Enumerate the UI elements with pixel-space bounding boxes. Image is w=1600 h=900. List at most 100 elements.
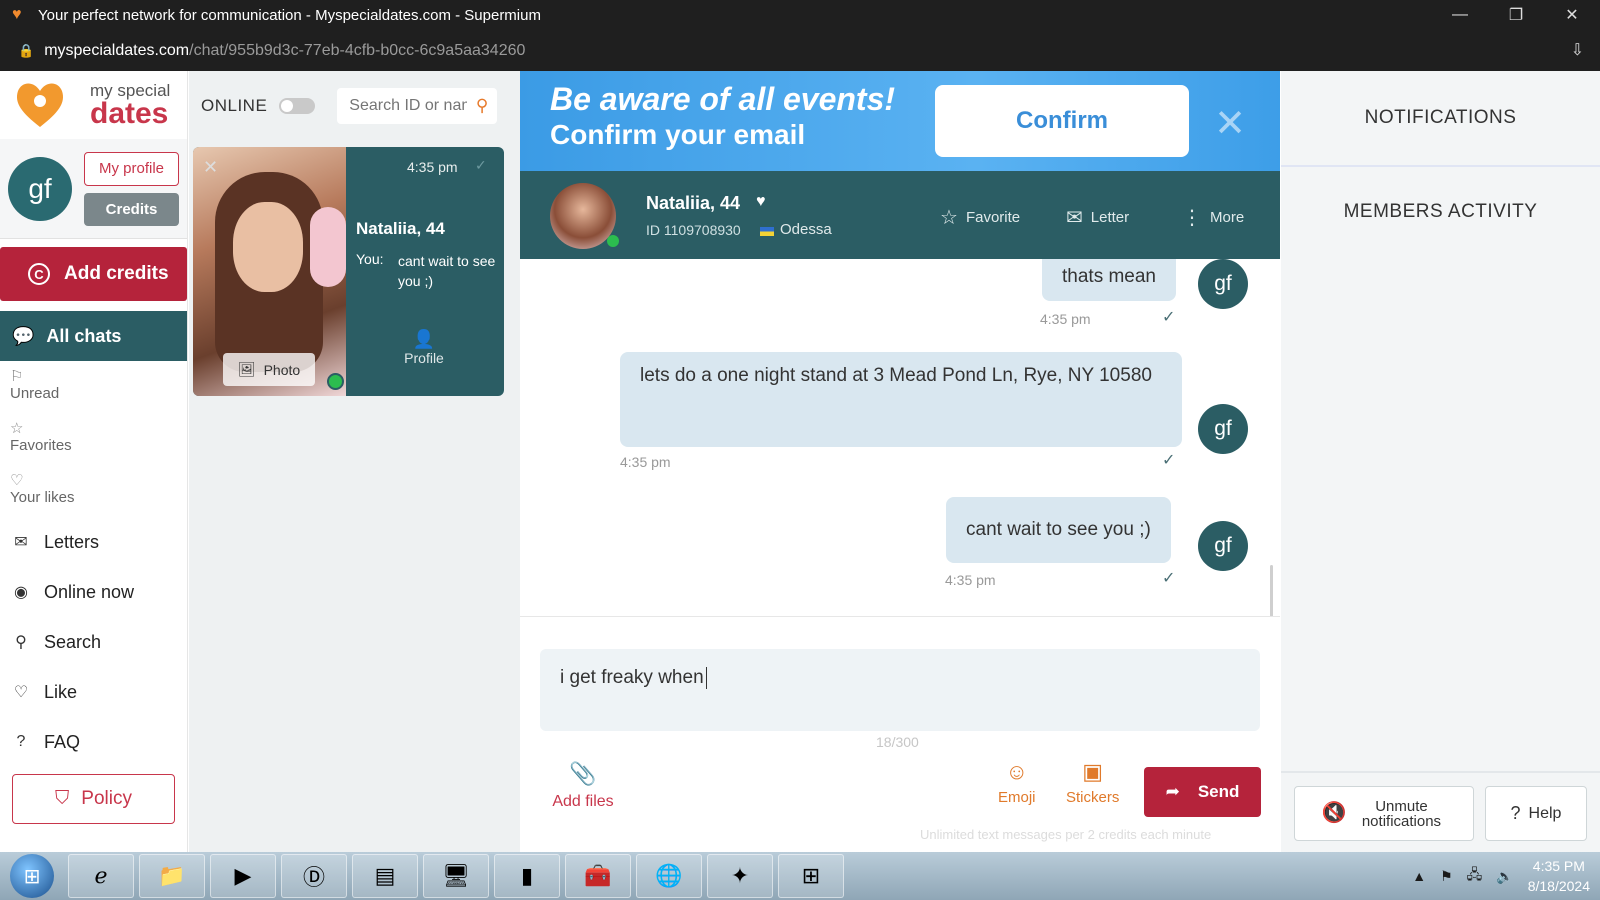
- add-credits-button[interactable]: C Add credits: [0, 247, 187, 301]
- minimize-icon[interactable]: —: [1432, 6, 1488, 24]
- flag-icon: ⚐: [10, 368, 24, 385]
- profile-button[interactable]: 👤 Profile: [401, 329, 447, 366]
- banner-headline: Be aware of all events!: [550, 81, 896, 117]
- question-icon: ?: [16, 733, 26, 750]
- browser-titlebar: ♥ Your perfect network for communication…: [0, 0, 1600, 30]
- toolbox-icon[interactable]: 🧰: [565, 854, 631, 898]
- photo-button[interactable]: 🖼 Photo: [223, 353, 315, 386]
- online-filter-label: ONLINE: [201, 96, 268, 115]
- url-path: /chat/955b9d3c-77eb-4cfb-b0cc-6c9a5aa342…: [189, 41, 526, 59]
- start-button[interactable]: ⊞: [10, 854, 54, 898]
- unmute-notifications-button[interactable]: 🔇 Unmute notifications: [1294, 786, 1474, 841]
- nav-favorites[interactable]: ☆ Favorites: [0, 413, 187, 465]
- user-avatar[interactable]: gf: [8, 156, 72, 221]
- message-input[interactable]: i get freaky when: [540, 649, 1260, 731]
- nav-online-now[interactable]: ◉ Online now: [0, 567, 187, 617]
- shield-icon: ⛉: [55, 788, 70, 809]
- stickers-label: Stickers: [1066, 789, 1120, 806]
- add-files-button[interactable]: 📎 Add files: [548, 761, 618, 811]
- paperclip-icon: 📎: [569, 761, 597, 786]
- confirm-button[interactable]: Confirm: [935, 85, 1189, 157]
- globe-app-icon[interactable]: 🌐: [636, 854, 702, 898]
- contact-city: Odessa: [780, 221, 832, 238]
- heart-icon[interactable]: ♥: [756, 193, 766, 211]
- chat-card-time: 4:35 pm: [407, 159, 458, 175]
- text-caret: [705, 667, 707, 689]
- tray-expand-icon[interactable]: ▲: [1412, 868, 1426, 884]
- windows-logo-icon[interactable]: ⊞: [778, 854, 844, 898]
- search-icon[interactable]: ⚲: [476, 96, 488, 116]
- close-window-icon[interactable]: ✕: [1544, 5, 1600, 25]
- help-label: Help: [1528, 804, 1562, 822]
- read-check-icon: ✓: [475, 157, 487, 173]
- banner-subline: Confirm your email: [550, 119, 806, 150]
- favorite-label: Favorite: [965, 209, 1021, 226]
- my-profile-button[interactable]: My profile: [84, 151, 179, 186]
- volume-muted-icon[interactable]: 🔈: [1496, 868, 1513, 885]
- chat-card[interactable]: ✕ 🖼 Photo 4:35 pm ✓ Nataliia, 44 You: ca…: [193, 147, 504, 396]
- nav-unread-label: Unread: [10, 385, 60, 402]
- windows-taskbar: ⊞ ℯ 📁 ▶ Ⓓ ▤ 🖥 ▮ 🧰 🌐 ✦ ⊞ ▲ ⚑ 🖧 🔈 4:35 PM …: [0, 852, 1600, 900]
- credits-button[interactable]: Credits: [84, 192, 179, 226]
- message-scrollbar[interactable]: [1270, 565, 1273, 617]
- letter-button[interactable]: ✉ Letter: [1066, 205, 1129, 230]
- online-toggle[interactable]: [279, 98, 316, 114]
- taskbar-clock[interactable]: 4:35 PM 8/18/2024: [1528, 856, 1590, 896]
- send-button[interactable]: ➦ Send: [1144, 767, 1261, 817]
- chat-search-box[interactable]: ⚲: [337, 88, 498, 124]
- puzzle-app-icon[interactable]: ✦: [707, 854, 773, 898]
- vertical-dots-icon: ⋮: [1182, 207, 1202, 229]
- close-icon[interactable]: ✕: [203, 157, 218, 178]
- nav-unread[interactable]: ⚐ Unread: [0, 361, 187, 413]
- chat-card-last-message: cant wait to see you ;): [398, 253, 496, 289]
- image-icon: 🖼: [237, 361, 256, 377]
- message-bubble: lets do a one night stand at 3 Mead Pond…: [620, 352, 1182, 447]
- nav-faq[interactable]: ? FAQ: [0, 717, 187, 767]
- nav-letters[interactable]: ✉ Letters: [0, 517, 187, 567]
- nav-your-likes-label: Your likes: [10, 489, 75, 506]
- nav-like[interactable]: ♡ Like: [0, 667, 187, 717]
- site-logo[interactable]: my special dates: [0, 71, 187, 139]
- help-button[interactable]: ? Help: [1485, 786, 1587, 841]
- flag-error-icon[interactable]: ⚑: [1440, 868, 1453, 885]
- media-player-icon[interactable]: ▶: [210, 854, 276, 898]
- credits-coin-icon: C: [28, 263, 50, 285]
- policy-button[interactable]: ⛉ Policy: [12, 774, 175, 824]
- message-input-text: i get freaky when: [560, 667, 704, 689]
- envelope-icon: ✉: [1066, 207, 1083, 229]
- message-time: 4:35 pm: [945, 572, 996, 588]
- stickers-button[interactable]: ▣ Stickers: [1066, 759, 1119, 806]
- send-icon: ➦: [1165, 782, 1180, 801]
- network-icon[interactable]: 🖧: [1467, 864, 1483, 888]
- user-profile-box: gf My profile Credits: [0, 139, 187, 239]
- window-app-icon[interactable]: ▤: [352, 854, 418, 898]
- emoji-button[interactable]: ☺ Emoji: [998, 759, 1036, 806]
- contact-name[interactable]: Nataliia, 44: [646, 193, 740, 214]
- chat-search-input[interactable]: [349, 97, 468, 115]
- internet-explorer-icon[interactable]: ℯ: [68, 854, 134, 898]
- lock-icon[interactable]: 🔒: [18, 43, 34, 59]
- address-bar[interactable]: 🔒 myspecialdates.com/chat/955b9d3c-77eb-…: [0, 30, 1600, 71]
- download-icon[interactable]: ⇩: [1571, 40, 1584, 60]
- terminal-icon[interactable]: ▮: [494, 854, 560, 898]
- nav-your-likes[interactable]: ♡ Your likes: [0, 465, 187, 517]
- banner-close-icon[interactable]: ✕: [1214, 101, 1246, 146]
- email-confirm-banner: Be aware of all events! Confirm your ema…: [520, 71, 1280, 171]
- chat-list-panel: ONLINE ⚲ ✕ 🖼 Photo 4:35 pm ✓ Nataliia, 4…: [189, 71, 520, 852]
- speaker-muted-icon: 🔇: [1321, 802, 1347, 824]
- restore-icon[interactable]: ❐: [1488, 5, 1544, 25]
- more-button[interactable]: ⋮ More: [1182, 205, 1244, 230]
- sender-avatar: gf: [1198, 521, 1248, 571]
- favorite-button[interactable]: ☆ Favorite: [940, 205, 1020, 230]
- nav-all-chats[interactable]: 💬 All chats: [0, 311, 187, 361]
- send-label: Send: [1197, 782, 1240, 801]
- unmute-label: Unmute notifications: [1361, 797, 1442, 830]
- online-status-dot: [607, 235, 619, 247]
- monitor-app-icon[interactable]: 🖥: [423, 854, 489, 898]
- d-app-icon[interactable]: Ⓓ: [281, 854, 347, 898]
- nav-search[interactable]: ⚲ Search: [0, 617, 187, 667]
- contact-id: ID 1109708930: [646, 222, 741, 238]
- file-explorer-icon[interactable]: 📁: [139, 854, 205, 898]
- profile-button-label: Profile: [404, 350, 444, 366]
- envelope-icon: ✉: [14, 534, 28, 551]
